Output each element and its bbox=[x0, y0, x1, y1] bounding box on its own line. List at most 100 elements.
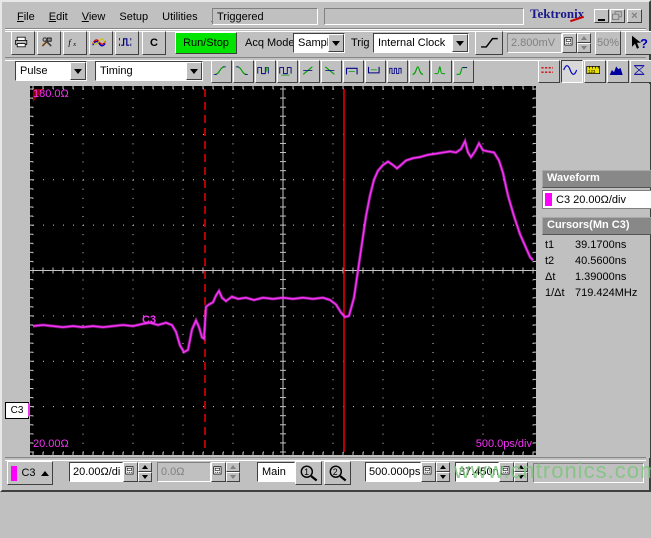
meas-neg-width-button[interactable] bbox=[365, 60, 386, 83]
menu-view[interactable]: View bbox=[75, 9, 113, 25]
meas-category-arrow[interactable] bbox=[186, 62, 202, 80]
arrow-up-icon bbox=[41, 471, 49, 476]
spin-up-button[interactable] bbox=[577, 33, 591, 43]
message-status-box bbox=[324, 8, 524, 25]
keypad-icon bbox=[125, 466, 136, 478]
cursor-row: t139.1700ns bbox=[541, 237, 651, 253]
menu-setup[interactable]: Setup bbox=[112, 9, 155, 25]
meas-pos-overshoot-button[interactable] bbox=[409, 60, 430, 83]
trigger-status-text: Triggered bbox=[217, 11, 264, 23]
arrow-down-icon bbox=[142, 475, 148, 479]
close-button[interactable]: × bbox=[627, 9, 642, 23]
acq-mode-select[interactable]: Sample bbox=[293, 33, 345, 53]
meas-neg-overshoot-button[interactable] bbox=[431, 60, 452, 83]
cursor-readouts: t139.1700nst240.5600nsΔt1.39000ns1/Δt719… bbox=[541, 237, 651, 301]
channel-ground-marker[interactable]: C3 bbox=[5, 402, 29, 419]
printer-button[interactable] bbox=[11, 31, 35, 55]
meas-pos-crossing-button[interactable] bbox=[299, 60, 320, 83]
histogram-button[interactable] bbox=[607, 60, 629, 83]
keypad-icon-button[interactable] bbox=[562, 33, 577, 53]
waveform-plot[interactable]: 180.0Ω 20.00Ω 500.0ps/div C3 bbox=[30, 86, 536, 455]
readout-button[interactable]: 123 bbox=[584, 60, 606, 83]
acq-mode-arrow[interactable] bbox=[328, 34, 344, 52]
zoom1-button[interactable]: 1 bbox=[295, 461, 322, 485]
restore-icon bbox=[612, 11, 622, 21]
spin-down-button[interactable] bbox=[577, 43, 591, 53]
meas-fall-time-button[interactable] bbox=[233, 60, 254, 83]
spin-down-button[interactable] bbox=[138, 472, 152, 482]
clear-button[interactable]: C bbox=[142, 31, 166, 55]
arrow-up-icon bbox=[518, 465, 524, 469]
keypad-icon-button[interactable] bbox=[499, 462, 514, 482]
cursor-row-value: 1.39000ns bbox=[575, 271, 626, 283]
arrow-up-icon bbox=[581, 36, 587, 40]
meas-settling-button[interactable] bbox=[453, 60, 474, 83]
keypad-icon-button[interactable] bbox=[211, 462, 226, 482]
keypad-icon-button[interactable] bbox=[421, 462, 436, 482]
spin-up-button[interactable] bbox=[436, 462, 450, 472]
horizontal-scale-spinner[interactable]: 500.000ps bbox=[365, 462, 450, 482]
meas-source-arrow[interactable] bbox=[70, 62, 86, 80]
math-fx-button[interactable]: fx bbox=[63, 31, 87, 55]
meas-period-button[interactable] bbox=[277, 60, 298, 83]
menu-utilities[interactable]: Utilities bbox=[155, 9, 204, 25]
waveform-view-icon bbox=[563, 64, 581, 79]
cursor-row-label: 1/Δt bbox=[545, 287, 575, 299]
meas-burst-width-button[interactable] bbox=[387, 60, 408, 83]
wave-colors-button[interactable] bbox=[89, 31, 113, 55]
cursor-row-label: t2 bbox=[545, 255, 575, 267]
meas-pos-width-button[interactable] bbox=[343, 60, 364, 83]
spin-up-button[interactable] bbox=[138, 462, 152, 472]
vertical-scale-spinner[interactable]: 20.00Ω/di bbox=[69, 462, 152, 482]
keypad-icon bbox=[564, 37, 575, 49]
run-stop-button[interactable]: Run/Stop bbox=[175, 32, 237, 54]
pulse-select-button[interactable] bbox=[115, 31, 139, 55]
trig-label: Trig bbox=[351, 37, 370, 49]
set-50-button[interactable]: 50% bbox=[595, 31, 621, 55]
context-help-button[interactable]: ? bbox=[625, 31, 651, 55]
svg-text:?: ? bbox=[640, 36, 648, 51]
horizontal-position-spinner[interactable]: 37.450n bbox=[455, 462, 528, 482]
meas-neg-crossing-button[interactable] bbox=[321, 60, 342, 83]
menu-edit[interactable]: Edit bbox=[42, 9, 75, 25]
cursor-row-value: 40.5600ns bbox=[575, 255, 626, 267]
keypad-icon-button[interactable] bbox=[123, 462, 138, 482]
trig-source-select[interactable]: Internal Clock bbox=[373, 33, 469, 53]
spin-down-button[interactable] bbox=[514, 472, 528, 482]
cursor-row-value: 39.1700ns bbox=[575, 239, 626, 251]
waveform-list-item[interactable]: C3 20.00Ω/div bbox=[542, 190, 651, 209]
svg-text:f: f bbox=[68, 37, 72, 47]
waveform-view-button[interactable] bbox=[561, 60, 583, 83]
channel-select-button[interactable]: C3 bbox=[7, 461, 53, 485]
spin-up-button[interactable] bbox=[226, 462, 240, 472]
setup-tools-button[interactable] bbox=[37, 31, 61, 55]
cursors-button[interactable] bbox=[538, 60, 560, 83]
meas-rise-time-button[interactable] bbox=[211, 60, 232, 83]
display-area: C3 180.0Ω 20.00Ω 500.0ps/div C3 Waveform… bbox=[5, 84, 650, 458]
arrow-down-icon bbox=[518, 475, 524, 479]
trig-source-arrow[interactable] bbox=[452, 34, 468, 52]
wave-colors-icon bbox=[92, 36, 110, 51]
arrow-down-icon bbox=[440, 475, 446, 479]
meas-category-select[interactable]: Timing bbox=[95, 61, 203, 81]
restore-button[interactable] bbox=[610, 9, 625, 23]
trig-level-spinner[interactable]: 2.800mV bbox=[507, 33, 591, 53]
eye-diagram-button[interactable] bbox=[630, 60, 651, 83]
menu-file[interactable]: File bbox=[10, 9, 42, 25]
timebase-mode-box[interactable]: Main bbox=[257, 462, 295, 482]
zoom2-button[interactable]: 2 bbox=[324, 461, 351, 485]
trig-slope-button[interactable] bbox=[475, 31, 503, 55]
horizontal-position-value: 37.450n bbox=[455, 462, 499, 482]
bottom-control-bar: C3 20.00Ω/di 0.0Ω Main 1 2 500.000ps bbox=[5, 460, 646, 488]
meas-source-select[interactable]: Pulse bbox=[15, 61, 87, 81]
meas-frequency-button[interactable]: F bbox=[255, 60, 276, 83]
spin-up-button[interactable] bbox=[514, 462, 528, 472]
minimize-button[interactable] bbox=[594, 9, 609, 23]
period-icon bbox=[279, 65, 296, 79]
vertical-offset-spinner[interactable]: 0.0Ω bbox=[157, 462, 240, 482]
spin-down-button[interactable] bbox=[436, 472, 450, 482]
cursor-row: t240.5600ns bbox=[541, 253, 651, 269]
printer-icon bbox=[14, 36, 32, 51]
arrow-up-icon bbox=[142, 465, 148, 469]
spin-down-button[interactable] bbox=[226, 472, 240, 482]
